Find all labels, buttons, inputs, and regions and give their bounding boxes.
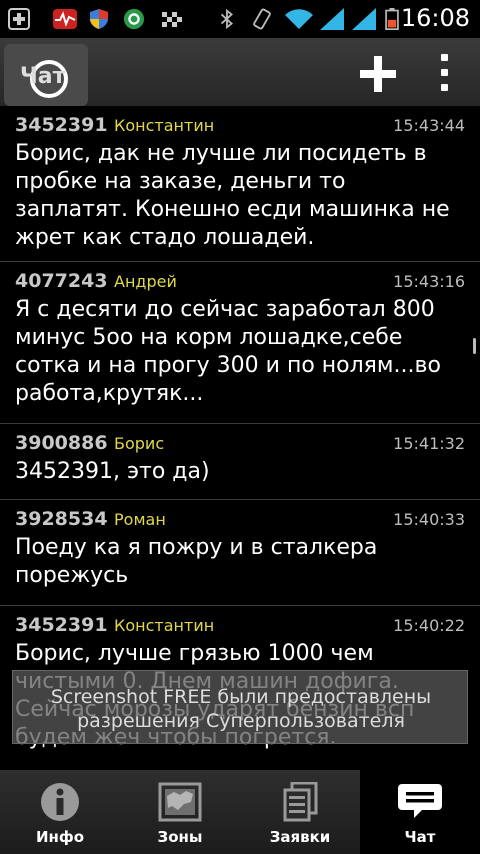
- sender-name: Константин: [114, 116, 215, 135]
- pulse-icon: [53, 9, 77, 29]
- sender-id: 3452391: [15, 114, 108, 136]
- tab-chat[interactable]: Чат: [360, 770, 480, 854]
- action-bar: Чат: [0, 38, 480, 106]
- overflow-menu-button[interactable]: [436, 50, 452, 96]
- signal-icon-1: [320, 8, 344, 30]
- at-sign-icon: [123, 8, 145, 30]
- toast-notification: Screenshot FREE были предоставлены разре…: [12, 670, 468, 744]
- sender-id: 3452391: [15, 614, 108, 636]
- rotation-icon: [253, 8, 271, 30]
- tab-label: Инфо: [35, 828, 85, 846]
- sender-id: 3928534: [15, 508, 108, 530]
- clock: 16:08: [400, 4, 470, 32]
- message-time: 15:40:33: [393, 510, 465, 529]
- checker-icon: [162, 12, 182, 27]
- chat-icon: [398, 784, 442, 818]
- add-notification-icon: [8, 8, 30, 30]
- sender-name: Борис: [114, 434, 165, 453]
- message-item[interactable]: 3928534 Роман 15:40:33 Поеду ка я пожру …: [0, 500, 480, 606]
- sender-id: 4077243: [15, 270, 108, 292]
- app-title: Чат: [20, 64, 66, 89]
- scrollbar-thumb[interactable]: [473, 338, 476, 354]
- status-bar: 16:08: [0, 0, 480, 38]
- shield-icon: [90, 9, 108, 29]
- tab-orders[interactable]: Заявки: [240, 770, 360, 854]
- bottom-tab-bar: Инфо Зоны Заявки Чат: [0, 770, 480, 854]
- info-icon: [41, 783, 79, 821]
- orders-icon: [283, 782, 318, 822]
- message-text: 3452391, это да): [15, 459, 210, 484]
- sender-name: Роман: [114, 510, 166, 529]
- message-time: 15:43:16: [393, 272, 465, 291]
- sender-name: Константин: [114, 616, 215, 635]
- sender-id: 3900886: [15, 432, 108, 454]
- message-item[interactable]: 3900886 Борис 15:41:32 3452391, это да): [0, 424, 480, 500]
- message-time: 15:43:44: [393, 116, 465, 135]
- add-message-button[interactable]: [356, 52, 400, 96]
- signal-icon-2: [352, 8, 376, 30]
- message-time: 15:41:32: [393, 434, 465, 453]
- tab-info[interactable]: Инфо: [0, 770, 120, 854]
- tab-label: Зоны: [157, 828, 203, 846]
- tab-label: Заявки: [269, 828, 331, 846]
- message-item[interactable]: 4077243 Андрей 15:43:16 Я с десяти до се…: [0, 262, 480, 424]
- message-text: Я с десяти до сейчас заработал 800 минус…: [15, 297, 441, 406]
- toast-text: Screenshot FREE были предоставлены разре…: [50, 686, 432, 732]
- map-icon: [158, 782, 202, 822]
- message-time: 15:40:22: [393, 616, 465, 635]
- message-item[interactable]: 3452391 Константин 15:43:44 Борис, дак н…: [0, 106, 480, 262]
- message-text: Поеду ка я пожру и в сталкера порежусь: [15, 535, 378, 588]
- wifi-icon: [285, 9, 313, 30]
- bluetooth-icon: [220, 8, 233, 30]
- tab-zones[interactable]: Зоны: [120, 770, 240, 854]
- sender-name: Андрей: [114, 272, 177, 291]
- tab-label: Чат: [404, 828, 436, 846]
- app-icon[interactable]: Чат: [4, 44, 88, 106]
- battery-icon: [385, 8, 399, 30]
- message-text: Борис, дак не лучше ли посидеть в пробке…: [15, 141, 450, 250]
